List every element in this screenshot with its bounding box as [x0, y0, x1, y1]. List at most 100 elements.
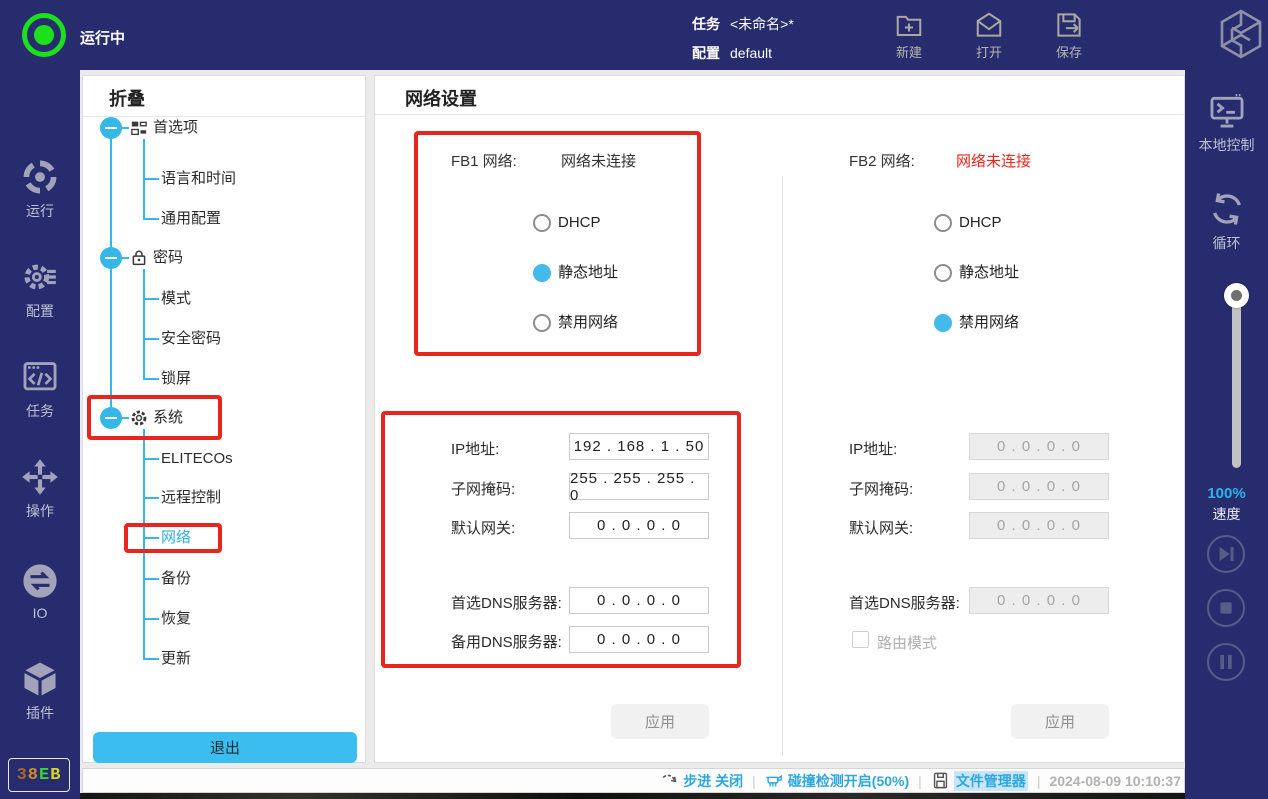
radio-label-fb1-DHCP[interactable]: DHCP [558, 212, 601, 234]
collision-detect-item[interactable]: 碰撞检测开启(50%) [765, 771, 909, 791]
page-title: 网络设置 [405, 85, 477, 111]
radio-label-fb1-静态地址[interactable]: 静态地址 [558, 262, 618, 284]
config-row: 配置 default [692, 43, 772, 63]
running-status-icon [22, 13, 66, 57]
new-file-icon [876, 10, 942, 40]
config-value: default [730, 45, 772, 61]
tree-expander-系统[interactable] [100, 407, 122, 429]
tree-item-更新[interactable]: 更新 [161, 648, 191, 670]
sidebar-item-label: 操作 [0, 501, 80, 521]
sidebar-item-IO[interactable]: IO [0, 562, 80, 621]
topbar-action-1[interactable]: 新建 [876, 8, 942, 61]
topbar-action-3[interactable]: 保存 [1036, 8, 1102, 61]
pause-icon [1209, 645, 1243, 679]
radio-fb1-禁用网络[interactable] [533, 314, 551, 332]
right-sidebar: 100% 速度 本地控制循环 [1185, 70, 1268, 799]
tree-item-语言和时间[interactable]: 语言和时间 [161, 168, 236, 190]
sidebar-item-label: 循环 [1185, 233, 1268, 253]
field-label-fb1-4: 首选DNS服务器: [451, 592, 562, 613]
radio-label-fb1-禁用网络[interactable]: 禁用网络 [558, 312, 618, 334]
separator: | [918, 773, 922, 789]
open-file-icon [956, 10, 1022, 40]
tree-connector-line [143, 537, 159, 539]
sidebar-item-运行[interactable]: 运行 [0, 158, 80, 221]
tree-expander-首选项[interactable] [100, 117, 122, 139]
skip-button[interactable] [1207, 535, 1245, 573]
tree-connector-line [143, 178, 159, 180]
hex-badge[interactable]: 38EB [8, 758, 70, 792]
field-input-fb2-4: 0 . 0 . 0 . 0 [969, 587, 1109, 614]
speed-slider-handle[interactable] [1224, 283, 1249, 308]
sidebar-item-操作[interactable]: 操作 [0, 458, 80, 521]
run-icon [0, 158, 80, 196]
system-gear-icon [130, 409, 148, 427]
tree-item-通用配置[interactable]: 通用配置 [161, 208, 221, 230]
radio-label-fb2-禁用网络[interactable]: 禁用网络 [959, 312, 1019, 334]
speed-label: 速度 [1185, 504, 1268, 524]
apply-button-fb1[interactable]: 应用 [611, 704, 709, 739]
app-screen: 运行中 任务<未命名>* 配置default 新建打开保存 38EB 运行配置任… [0, 0, 1268, 799]
sidebar-item-插件[interactable]: 插件 [0, 660, 80, 723]
fb-status-fb1: 网络未连接 [561, 150, 636, 171]
tree-connector-line [143, 218, 159, 220]
radio-label-fb2-DHCP[interactable]: DHCP [959, 212, 1002, 234]
sidebar-item-配置[interactable]: 配置 [0, 258, 80, 321]
tree-item-备份[interactable]: 备份 [161, 568, 191, 590]
field-input-fb1-3[interactable]: 0 . 0 . 0 . 0 [569, 512, 709, 539]
field-label-fb2-2: 子网掩码: [849, 478, 913, 499]
plugin-cube-icon [0, 660, 80, 698]
sidebar-item-label: 插件 [0, 703, 80, 723]
topbar-action-2[interactable]: 打开 [956, 8, 1022, 61]
sidebar-item-label: 配置 [0, 301, 80, 321]
topbar-actions: 新建打开保存 [876, 8, 1102, 61]
radio-label-fb2-静态地址[interactable]: 静态地址 [959, 262, 1019, 284]
pause-button[interactable] [1207, 643, 1245, 681]
radio-fb2-DHCP[interactable] [934, 214, 952, 232]
file-manager-item[interactable]: 文件管理器 [931, 771, 1028, 791]
tree-connector-line [143, 578, 159, 580]
tree-item-ELITECOs[interactable]: ELITECOs [161, 448, 233, 470]
radio-fb2-静态地址[interactable] [934, 264, 952, 282]
skip-icon [1209, 537, 1243, 571]
field-input-fb1-2[interactable]: 255 . 255 . 255 . 0 [569, 473, 709, 500]
tree-item-模式[interactable]: 模式 [161, 288, 191, 310]
tree-connector-line [110, 128, 112, 418]
radio-fb1-DHCP[interactable] [533, 214, 551, 232]
speed-slider-track[interactable] [1232, 296, 1241, 468]
field-input-fb1-5[interactable]: 0 . 0 . 0 . 0 [569, 626, 709, 653]
tree-item-远程控制[interactable]: 远程控制 [161, 487, 221, 509]
step-mode-item[interactable]: 步进 关闭 [660, 771, 743, 791]
field-input-fb1-1[interactable]: 192 . 168 . 1 . 50 [569, 433, 709, 460]
task-row: 任务<未命名>* [692, 14, 794, 34]
tree-expander-密码[interactable] [100, 247, 122, 269]
task-value: <未命名>* [730, 16, 794, 32]
tree-item-锁屏[interactable]: 锁屏 [161, 368, 191, 390]
radio-fb1-静态地址[interactable] [533, 264, 551, 282]
tree-item-安全密码[interactable]: 安全密码 [161, 328, 221, 350]
config-label: 配置 [692, 45, 720, 61]
tree-connector-line [143, 378, 159, 380]
sidebar-item-循环[interactable]: 循环 [1185, 190, 1268, 253]
field-label-fb1-3: 默认网关: [451, 517, 515, 538]
speed-percent: 100% [1185, 485, 1268, 502]
tree-item-密码[interactable]: 密码 [153, 247, 183, 269]
tree-item-首选项[interactable]: 首选项 [153, 117, 198, 139]
sidebar-item-label: 任务 [0, 401, 80, 421]
field-input-fb2-2: 0 . 0 . 0 . 0 [969, 473, 1109, 500]
sidebar-item-任务[interactable]: 任务 [0, 358, 80, 421]
sidebar-item-label: 本地控制 [1185, 135, 1268, 155]
tree-item-系统[interactable]: 系统 [153, 407, 183, 429]
field-input-fb1-4[interactable]: 0 . 0 . 0 . 0 [569, 587, 709, 614]
radio-fb2-禁用网络[interactable] [934, 314, 952, 332]
sidebar-item-label: 运行 [0, 201, 80, 221]
tree-item-网络[interactable]: 网络 [161, 527, 191, 549]
topbar-action-label: 新建 [876, 42, 942, 61]
sidebar-item-本地控制[interactable]: 本地控制 [1185, 92, 1268, 155]
step-mode-label: 步进 关闭 [683, 771, 743, 791]
tree-item-恢复[interactable]: 恢复 [161, 608, 191, 630]
topbar-action-label: 打开 [956, 42, 1022, 61]
field-input-fb2-1: 0 . 0 . 0 . 0 [969, 433, 1109, 460]
apply-button-fb2[interactable]: 应用 [1011, 704, 1109, 739]
exit-button[interactable]: 退出 [93, 732, 357, 763]
stop-button[interactable] [1207, 589, 1245, 627]
